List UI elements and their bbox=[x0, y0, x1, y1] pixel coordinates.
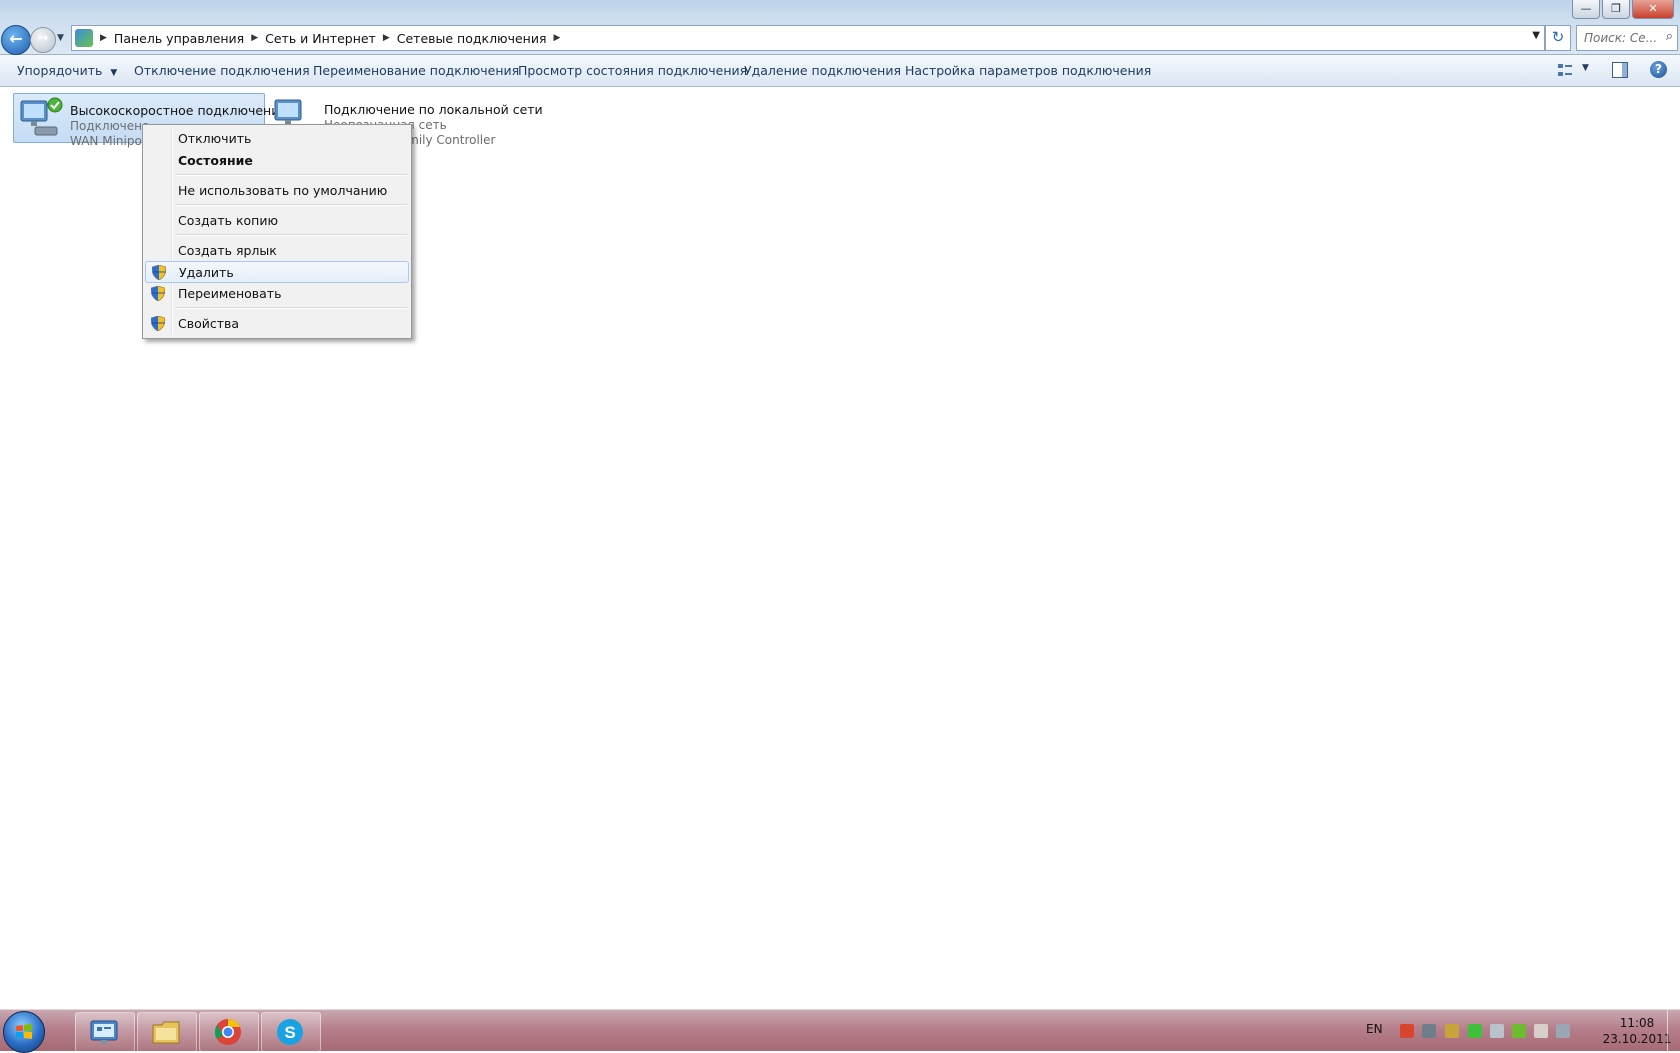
show-desktop-button[interactable] bbox=[1667, 1010, 1680, 1051]
menu-separator bbox=[175, 234, 407, 236]
recent-pages-dropdown[interactable]: ▼ bbox=[57, 33, 64, 43]
menu-item-properties[interactable]: Свойства bbox=[145, 313, 407, 333]
organize-label: Упорядочить bbox=[17, 63, 103, 78]
menu-item-status[interactable]: Состояние bbox=[145, 150, 407, 170]
taskbar-explorer[interactable] bbox=[137, 1012, 197, 1052]
rename-connection-button[interactable]: Переименование подключения bbox=[313, 63, 519, 78]
command-bar: Упорядочить ▼ Отключение подключения Пер… bbox=[0, 55, 1680, 87]
minimize-button[interactable]: — bbox=[1572, 0, 1600, 19]
windows-logo-icon bbox=[16, 1024, 32, 1039]
breadcrumb-separator[interactable]: ▶ bbox=[553, 33, 560, 43]
control-panel-icon bbox=[90, 1020, 118, 1044]
uac-shield-icon bbox=[152, 265, 166, 280]
menu-separator bbox=[175, 174, 407, 176]
disable-connection-button[interactable]: Отключение подключения bbox=[134, 63, 310, 78]
context-menu: Отключить Состояние Не использовать по у… bbox=[142, 124, 412, 339]
menu-item-label: Удалить bbox=[179, 265, 234, 280]
taskbar-skype[interactable]: S bbox=[261, 1012, 321, 1052]
change-view-icon[interactable] bbox=[1557, 62, 1573, 78]
speaker-icon[interactable] bbox=[1534, 1024, 1548, 1038]
breadcrumb-network-internet[interactable]: Сеть и Интернет bbox=[265, 31, 376, 46]
start-button[interactable] bbox=[3, 1011, 45, 1053]
connection-settings-button[interactable]: Настройка параметров подключения bbox=[905, 63, 1151, 78]
view-status-button[interactable]: Просмотр состояния подключения bbox=[518, 63, 747, 78]
maximize-button[interactable]: ❐ bbox=[1602, 0, 1630, 19]
menu-item-label: Свойства bbox=[178, 316, 240, 331]
menu-item-create-copy[interactable]: Создать копию bbox=[145, 210, 407, 230]
connection-device: WAN Minipo bbox=[70, 134, 142, 148]
network-icon[interactable] bbox=[1556, 1024, 1570, 1038]
refresh-button[interactable]: ↻ bbox=[1545, 25, 1571, 51]
svg-text:S: S bbox=[284, 1023, 295, 1042]
volume-icon[interactable] bbox=[1445, 1024, 1459, 1038]
preview-pane-icon[interactable] bbox=[1612, 62, 1628, 78]
uac-shield-icon bbox=[151, 286, 165, 301]
menu-item-create-shortcut[interactable]: Создать ярлык bbox=[145, 240, 407, 260]
search-placeholder: Поиск: Се... bbox=[1584, 31, 1658, 45]
breadcrumb-network-connections[interactable]: Сетевые подключения bbox=[397, 31, 547, 46]
window-controls: — ❐ ✕ bbox=[1572, 0, 1674, 19]
connection-name: Подключение по локальной сети bbox=[324, 102, 543, 117]
clock-time[interactable]: 11:08 bbox=[1612, 1016, 1662, 1030]
organize-button[interactable]: Упорядочить ▼ bbox=[17, 63, 117, 78]
back-button[interactable]: ← bbox=[1, 25, 31, 55]
connection-status: Подключено bbox=[70, 119, 150, 133]
menu-item-rename[interactable]: Переименовать bbox=[145, 283, 407, 303]
clock-date[interactable]: 23.10.2011 bbox=[1602, 1032, 1672, 1046]
close-button[interactable]: ✕ bbox=[1632, 0, 1674, 19]
menu-item-label: Отключить bbox=[178, 131, 252, 146]
tray-app-icon[interactable] bbox=[1400, 1024, 1414, 1038]
menu-item-label: Создать копию bbox=[178, 213, 278, 228]
taskbar-control-panel[interactable] bbox=[75, 1012, 135, 1052]
chevron-down-icon: ▼ bbox=[110, 68, 118, 78]
tray-app-icon[interactable] bbox=[1490, 1024, 1504, 1038]
taskbar: S EN 11:08 23.10.2011 bbox=[0, 1009, 1680, 1053]
menu-separator bbox=[175, 307, 407, 309]
breadcrumb-separator[interactable]: ▶ bbox=[251, 33, 258, 43]
network-adapter-icon bbox=[20, 97, 63, 136]
menu-item-disconnect[interactable]: Отключить bbox=[145, 128, 407, 148]
menu-item-delete[interactable]: Удалить bbox=[145, 261, 409, 283]
system-tray: EN 11:08 23.10.2011 bbox=[1350, 1010, 1680, 1051]
address-history-dropdown[interactable]: ▼ bbox=[1532, 30, 1540, 41]
folder-icon bbox=[152, 1021, 180, 1044]
taskbar-chrome[interactable] bbox=[199, 1012, 259, 1052]
address-bar[interactable]: ▶ Панель управления ▶ Сеть и Интернет ▶ … bbox=[71, 25, 1545, 51]
menu-item-not-default[interactable]: Не использовать по умолчанию bbox=[145, 180, 407, 200]
skype-icon: S bbox=[277, 1019, 303, 1045]
breadcrumb-control-panel[interactable]: Панель управления bbox=[114, 31, 244, 46]
menu-item-label: Не использовать по умолчанию bbox=[178, 183, 388, 198]
menu-separator bbox=[175, 204, 407, 206]
breadcrumb-separator[interactable]: ▶ bbox=[383, 33, 390, 43]
chrome-icon bbox=[214, 1019, 241, 1045]
search-input[interactable]: Поиск: Се... ⌕ bbox=[1576, 25, 1678, 51]
window-title-bar: — ❐ ✕ ← → ▼ ▶ Панель управления ▶ Сеть и… bbox=[0, 0, 1680, 55]
menu-item-label: Создать ярлык bbox=[178, 243, 277, 258]
connection-name: Высокоскоростное подключение bbox=[70, 103, 288, 118]
help-icon[interactable]: ? bbox=[1650, 61, 1667, 78]
search-icon[interactable]: ⌕ bbox=[1666, 29, 1673, 44]
tray-app-icon[interactable] bbox=[1468, 1024, 1482, 1038]
delete-connection-button[interactable]: Удаление подключения bbox=[744, 63, 901, 78]
control-panel-icon bbox=[75, 29, 93, 47]
menu-item-label: Переименовать bbox=[178, 286, 282, 301]
menu-item-label: Состояние bbox=[178, 153, 253, 168]
uac-shield-icon bbox=[151, 316, 165, 331]
forward-button[interactable]: → bbox=[30, 27, 56, 53]
breadcrumb-separator[interactable]: ▶ bbox=[100, 33, 107, 43]
language-indicator[interactable]: EN bbox=[1366, 1022, 1383, 1036]
tray-app-icon[interactable] bbox=[1512, 1024, 1526, 1038]
view-options-dropdown[interactable]: ▼ bbox=[1582, 63, 1589, 73]
tray-app-icon[interactable] bbox=[1422, 1024, 1436, 1038]
